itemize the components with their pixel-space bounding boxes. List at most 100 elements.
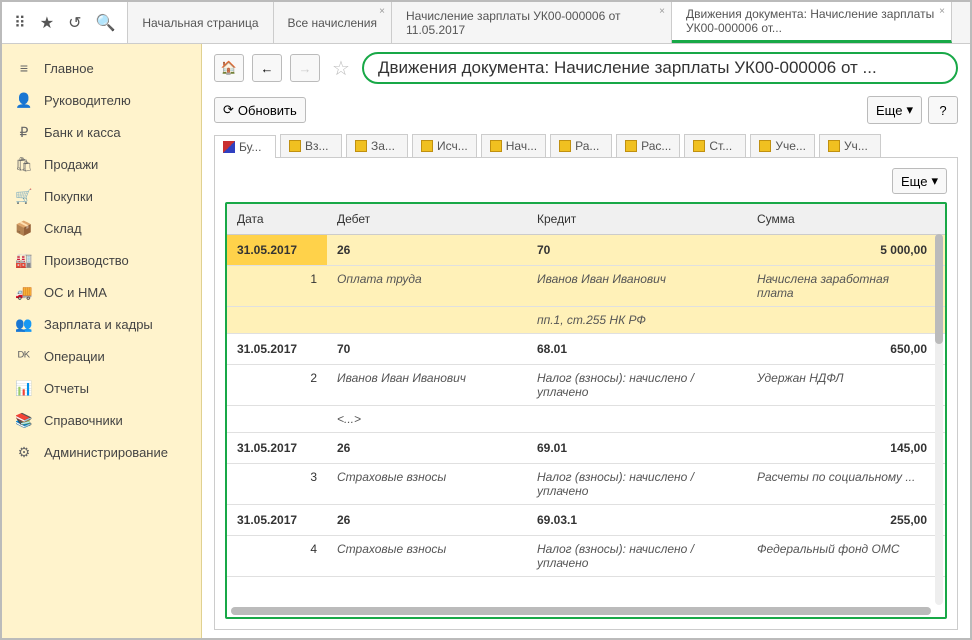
favorite-icon[interactable]: ☆ — [332, 56, 350, 81]
sidebar-item[interactable]: 🛍 Продажи — [2, 148, 201, 180]
history-icon[interactable]: ↺ — [68, 13, 81, 33]
sidebar-label: Банк и касса — [44, 125, 121, 140]
sidebar-item[interactable]: ⚙Администрирование — [2, 436, 201, 468]
top-tabs: ⠿ ★ ↺ 🔍 Начальная страницаВсе начисления… — [2, 2, 970, 44]
sidebar-label: ОС и НМА — [44, 285, 107, 300]
doc-tab[interactable]: Бу... — [214, 135, 276, 158]
star-icon[interactable]: ★ — [40, 13, 54, 33]
grid-container: Еще ▾ Дата Дебет Кредит Сумма 31.05.2017… — [214, 157, 958, 630]
table-row[interactable]: 31.05.201726705 000,00 — [227, 235, 945, 266]
table-row[interactable]: 31.05.20172669.01145,00 — [227, 433, 945, 464]
chevron-down-icon: ▾ — [931, 173, 938, 189]
page-title: Движения документа: Начисление зарплаты … — [362, 52, 958, 84]
sidebar-label: Зарплата и кадры — [44, 317, 153, 332]
sidebar-icon: 🛍 — [16, 156, 32, 172]
top-tab[interactable]: Все начисления× — [274, 2, 393, 43]
sidebar-label: Главное — [44, 61, 94, 76]
row-group[interactable]: 31.05.20172669.03.1255,004Страховые взно… — [227, 505, 945, 577]
table-subrow[interactable]: 1Оплата трудаИванов Иван ИвановичНачисле… — [227, 266, 945, 307]
sidebar-icon: ≡ — [16, 60, 32, 76]
tab-icon — [490, 140, 502, 152]
close-icon[interactable]: × — [659, 6, 665, 17]
table-subrow[interactable]: 2Иванов Иван ИвановичНалог (взносы): нач… — [227, 365, 945, 406]
sidebar-label: Продажи — [44, 157, 98, 172]
doc-tab[interactable]: Исч... — [412, 134, 477, 157]
sidebar-item[interactable]: ≡ Главное — [2, 52, 201, 84]
scrollbar-horizontal[interactable] — [231, 607, 931, 615]
sidebar-item[interactable]: ᴰᴷОперации — [2, 340, 201, 372]
table-subrow[interactable]: пп.1, ст.255 НК РФ — [227, 307, 945, 334]
sidebar-item[interactable]: 📊Отчеты — [2, 372, 201, 404]
top-tab[interactable]: Начисление зарплаты УК00-000006 от 11.05… — [392, 2, 672, 43]
sidebar-item[interactable]: 🏭 Производство — [2, 244, 201, 276]
sidebar-icon: 🛒 — [16, 188, 32, 204]
sidebar-icon: 🚚 — [16, 284, 32, 300]
apps-icon[interactable]: ⠿ — [14, 13, 26, 33]
refresh-button[interactable]: ⟳ Обновить — [214, 97, 306, 123]
row-group[interactable]: 31.05.20177068.01650,002Иванов Иван Иван… — [227, 334, 945, 433]
top-icon-bar: ⠿ ★ ↺ 🔍 — [2, 2, 128, 43]
back-button[interactable]: ← — [252, 54, 282, 82]
doc-tab[interactable]: Вз... — [280, 134, 342, 157]
table-subrow[interactable]: 4Страховые взносыНалог (взносы): начисле… — [227, 536, 945, 577]
sidebar-item[interactable]: 🛒Покупки — [2, 180, 201, 212]
chevron-down-icon: ▾ — [906, 102, 913, 118]
table-row[interactable]: 31.05.20177068.01650,00 — [227, 334, 945, 365]
top-tab[interactable]: Движения документа: Начисление зарплаты … — [672, 2, 952, 43]
sidebar-item[interactable]: 📚Справочники — [2, 404, 201, 436]
sidebar-icon: 🏭 — [16, 252, 32, 268]
top-tab[interactable]: Начальная страница — [128, 2, 273, 43]
col-date[interactable]: Дата — [227, 204, 327, 234]
doc-tab[interactable]: Уче... — [750, 134, 815, 157]
sidebar-item[interactable]: 🚚 ОС и НМА — [2, 276, 201, 308]
close-icon[interactable]: × — [939, 6, 945, 17]
doc-tab[interactable]: Нач... — [481, 134, 546, 157]
home-button[interactable]: 🏠 — [214, 54, 244, 82]
sidebar-icon: 📚 — [16, 412, 32, 428]
scrollbar-vertical[interactable] — [935, 234, 943, 605]
sidebar-label: Администрирование — [44, 445, 168, 460]
col-credit[interactable]: Кредит — [527, 204, 747, 234]
sidebar-item[interactable]: 📦 Склад — [2, 212, 201, 244]
col-sum[interactable]: Сумма — [747, 204, 945, 234]
tab-icon — [289, 140, 301, 152]
toolbar-nav: 🏠 ← → ☆ Движения документа: Начисление з… — [214, 52, 958, 84]
close-icon[interactable]: × — [379, 6, 385, 17]
tab-icon — [223, 141, 235, 153]
sidebar-icon: 👤 — [16, 92, 32, 108]
table: Дата Дебет Кредит Сумма 31.05.201726705 … — [225, 202, 947, 619]
sidebar-item[interactable]: ₽Банк и касса — [2, 116, 201, 148]
tab-icon — [828, 140, 840, 152]
sidebar-label: Склад — [44, 221, 82, 236]
tab-icon — [559, 140, 571, 152]
table-subrow[interactable]: 3Страховые взносыНалог (взносы): начисле… — [227, 464, 945, 505]
content: 🏠 ← → ☆ Движения документа: Начисление з… — [202, 44, 970, 638]
tab-icon — [355, 140, 367, 152]
search-icon[interactable]: 🔍 — [95, 13, 115, 33]
sidebar-label: Операции — [44, 349, 105, 364]
sidebar-label: Производство — [44, 253, 129, 268]
doc-tab[interactable]: За... — [346, 134, 408, 157]
table-subrow[interactable]: <...> — [227, 406, 945, 433]
sidebar-item[interactable]: 👤 Руководителю — [2, 84, 201, 116]
help-button[interactable]: ? — [928, 96, 958, 124]
col-debit[interactable]: Дебет — [327, 204, 527, 234]
doc-tab[interactable]: Рас... — [616, 134, 680, 157]
grid-more-button[interactable]: Еще ▾ — [892, 168, 947, 194]
more-button[interactable]: Еще ▾ — [867, 96, 922, 124]
refresh-icon: ⟳ — [223, 102, 234, 118]
tab-icon — [759, 140, 771, 152]
sidebar-item[interactable]: 👥Зарплата и кадры — [2, 308, 201, 340]
sidebar-icon: 📦 — [16, 220, 32, 236]
sidebar-label: Руководителю — [44, 93, 131, 108]
doc-tab[interactable]: Уч... — [819, 134, 881, 157]
tab-icon — [693, 140, 705, 152]
sidebar: ≡ Главное 👤 Руководителю ₽Банк и касса 🛍 Прода… — [2, 44, 202, 638]
row-group[interactable]: 31.05.20172669.01145,003Страховые взносы… — [227, 433, 945, 505]
doc-tab[interactable]: Ра... — [550, 134, 612, 157]
sidebar-label: Отчеты — [44, 381, 89, 396]
table-row[interactable]: 31.05.20172669.03.1255,00 — [227, 505, 945, 536]
doc-tab[interactable]: Ст... — [684, 134, 746, 157]
forward-button[interactable]: → — [290, 54, 320, 82]
row-group[interactable]: 31.05.201726705 000,001Оплата трудаИвано… — [227, 235, 945, 334]
